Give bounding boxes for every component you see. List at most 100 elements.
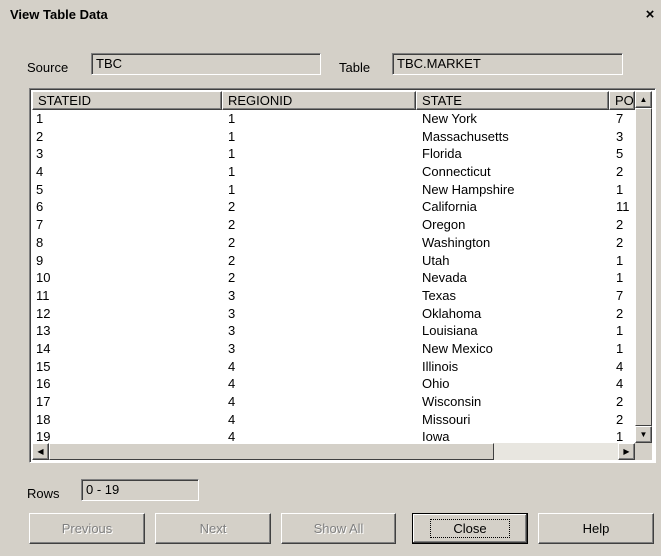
previous-button[interactable]: Previous — [29, 513, 145, 544]
table-cell: 1 — [36, 111, 44, 126]
help-button[interactable]: Help — [538, 513, 654, 544]
table-cell: 2 — [36, 128, 44, 144]
table-cell: 2 — [616, 164, 624, 180]
table-cell: 2 — [228, 234, 236, 250]
table-cell: Oregon — [422, 217, 466, 233]
arrow-down-icon[interactable]: ▼ — [635, 426, 652, 443]
table-cell: 4 — [616, 358, 624, 374]
table-cell: New York — [422, 111, 477, 126]
table-cell: 1 — [616, 252, 624, 268]
close-icon[interactable]: × — [641, 6, 659, 23]
table-row[interactable]: 17 4 Wisconsin 2 — [32, 394, 637, 412]
table-cell: 14 — [36, 340, 51, 356]
table-cell: California — [422, 199, 477, 215]
table-row[interactable]: 12 3 Oklahoma 2 — [32, 306, 637, 324]
vertical-scroll-thumb[interactable] — [635, 108, 652, 426]
vertical-scrollbar[interactable]: ▲ ▼ — [635, 91, 652, 443]
table-cell: 4 — [228, 411, 236, 427]
table-cell: Massachusetts — [422, 128, 509, 144]
table-cell: New Hampshire — [422, 181, 515, 197]
table-row[interactable]: 10 2 Nevada 1 — [32, 270, 637, 288]
table-cell: 1 — [228, 181, 236, 197]
source-label: Source — [27, 60, 69, 75]
table-cell: 7 — [36, 217, 44, 233]
table-cell: 1 — [228, 111, 236, 126]
table-row[interactable]: 8 2 Washington 2 — [32, 235, 637, 253]
table-cell: 3 — [228, 323, 236, 339]
table-cell: 1 — [616, 181, 624, 197]
arrow-right-icon[interactable]: ▶ — [618, 443, 635, 460]
table-cell: Louisiana — [422, 323, 478, 339]
table-cell: 1 — [228, 128, 236, 144]
table-cell: 2 — [616, 217, 624, 233]
table-row[interactable]: 1 1 New York 7 — [32, 111, 637, 129]
table-cell: Texas — [422, 287, 456, 303]
column-header[interactable]: PO — [609, 91, 635, 110]
column-header[interactable]: REGIONID — [222, 91, 416, 110]
table-cell: 4 — [616, 376, 624, 392]
table-cell: 12 — [36, 305, 51, 321]
table-row[interactable]: 2 1 Massachusetts 3 — [32, 129, 637, 147]
table-row[interactable]: 18 4 Missouri 2 — [32, 412, 637, 430]
table-cell: 7 — [616, 111, 624, 126]
table-row[interactable]: 7 2 Oregon 2 — [32, 217, 637, 235]
table-cell: 1 — [616, 270, 624, 286]
next-button[interactable]: Next — [155, 513, 271, 544]
column-header[interactable]: STATEID — [32, 91, 222, 110]
table-cell: 3 — [228, 340, 236, 356]
table-row[interactable]: 13 3 Louisiana 1 — [32, 323, 637, 341]
table-row[interactable]: 11 3 Texas 7 — [32, 288, 637, 306]
table-cell: 11 — [616, 199, 630, 215]
column-header[interactable]: STATE — [416, 91, 609, 110]
table-cell: 15 — [36, 358, 51, 374]
table-row[interactable]: 4 1 Connecticut 2 — [32, 164, 637, 182]
table-row[interactable]: 14 3 New Mexico 1 — [32, 341, 637, 359]
table-label: Table — [339, 60, 371, 75]
table-row[interactable]: 6 2 California 11 — [32, 199, 637, 217]
table-cell: 11 — [36, 287, 50, 303]
table-cell: 3 — [228, 287, 236, 303]
table-cell: 5 — [616, 146, 624, 162]
table-cell: 9 — [36, 252, 44, 268]
horizontal-scrollbar[interactable]: ◀ ▶ — [32, 443, 635, 460]
data-grid[interactable]: STATEID REGIONID STATE PO 1 1 New York 7 2 1 Mass… — [29, 88, 656, 463]
table-cell: Nevada — [422, 270, 467, 286]
table-cell: 2 — [228, 252, 236, 268]
table-cell: Illinois — [422, 358, 459, 374]
table-cell: 16 — [36, 376, 51, 392]
table-cell: 2 — [616, 394, 624, 409]
table-cell: 2 — [228, 270, 236, 286]
close-button-label: Close — [430, 519, 510, 538]
table-cell: 10 — [36, 270, 51, 286]
table-cell: Ohio — [422, 376, 450, 392]
table-cell: 17 — [36, 394, 51, 409]
table-cell: 2 — [616, 411, 624, 427]
table-cell: 1 — [616, 340, 624, 356]
table-cell: 6 — [36, 199, 44, 215]
table-cell: 3 — [616, 128, 624, 144]
table-cell: Connecticut — [422, 164, 491, 180]
table-cell: 2 — [228, 217, 236, 233]
table-cell: 3 — [36, 146, 44, 162]
table-row[interactable]: 3 1 Florida 5 — [32, 146, 637, 164]
arrow-up-icon[interactable]: ▲ — [635, 91, 652, 108]
table-cell: 4 — [228, 394, 236, 409]
arrow-left-icon[interactable]: ◀ — [32, 443, 49, 460]
source-field: TBC — [91, 53, 321, 75]
grid-rows[interactable]: 1 1 New York 7 2 1 Massachusetts 3 3 1 Florida 5 4 1 C… — [32, 111, 637, 445]
show-all-button[interactable]: Show All — [281, 513, 396, 544]
scrollbar-corner — [635, 443, 652, 460]
horizontal-scroll-thumb[interactable] — [49, 443, 494, 460]
table-row[interactable]: 9 2 Utah 1 — [32, 253, 637, 271]
table-cell: 1 — [616, 323, 624, 339]
table-cell: 2 — [616, 234, 624, 250]
table-row[interactable]: 16 4 Ohio 4 — [32, 376, 637, 394]
table-cell: 4 — [228, 358, 236, 374]
table-row[interactable]: 15 4 Illinois 4 — [32, 359, 637, 377]
table-cell: New Mexico — [422, 340, 493, 356]
table-row[interactable]: 5 1 New Hampshire 1 — [32, 182, 637, 200]
close-button[interactable]: Close — [412, 513, 528, 544]
title-bar: View Table Data × — [0, 0, 661, 28]
table-cell: 13 — [36, 323, 51, 339]
table-cell: 1 — [228, 146, 236, 162]
